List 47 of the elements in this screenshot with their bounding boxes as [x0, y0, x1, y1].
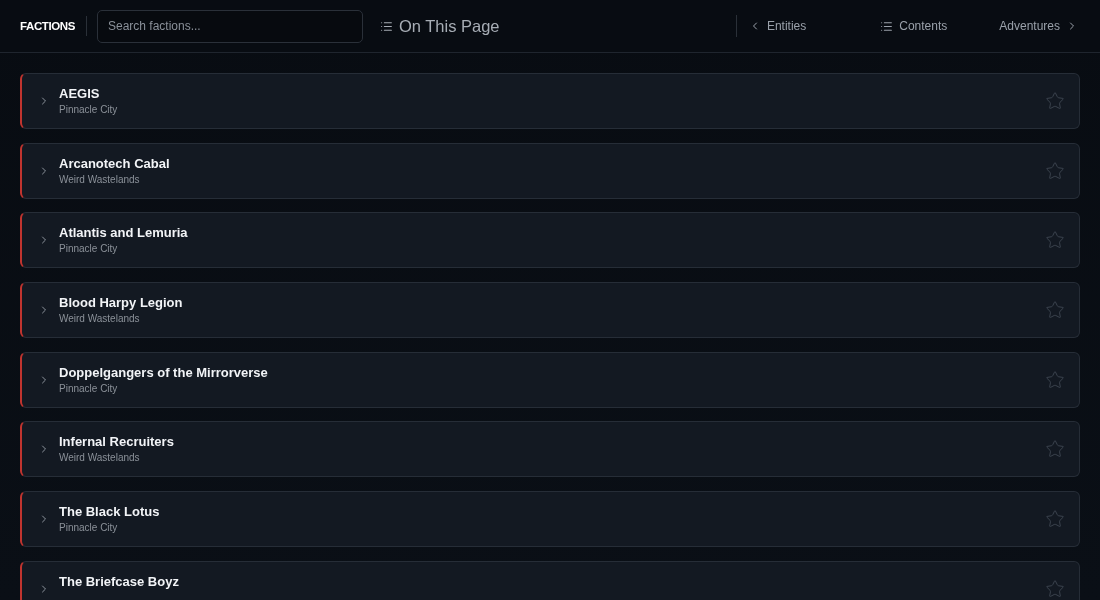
faction-card[interactable]: The Briefcase Boyz [20, 560, 1080, 600]
favorite-button[interactable] [1045, 439, 1065, 460]
faction-name: Infernal Recruiters [59, 434, 174, 450]
faction-name: Arcanotech Cabal [59, 155, 170, 171]
star-icon [1045, 160, 1065, 181]
faction-card[interactable]: Infernal Recruiters Weird Wastelands [20, 421, 1080, 478]
list-icon [379, 19, 393, 33]
faction-location: Pinnacle City [59, 243, 119, 256]
star-icon [1045, 300, 1065, 321]
faction-location: Weird Wastelands [59, 313, 141, 326]
list-icon [880, 19, 894, 33]
search-field[interactable]: Search factions... [96, 9, 363, 43]
contents-link[interactable]: Contents [880, 19, 948, 33]
favorite-button[interactable] [1045, 160, 1065, 181]
favorite-button[interactable] [1045, 578, 1065, 599]
favorite-button[interactable] [1045, 509, 1065, 530]
star-icon [1045, 91, 1065, 111]
star-icon [1045, 369, 1065, 390]
star-icon [1045, 230, 1065, 251]
star-icon [1045, 509, 1065, 530]
favorite-button[interactable] [1045, 300, 1065, 321]
faction-card[interactable]: Doppelgangers of the Mirrorverse Pinnacle City [20, 351, 1080, 408]
favorite-button[interactable] [1045, 230, 1065, 251]
previous-link[interactable]: Entities [748, 19, 807, 33]
faction-card[interactable]: Blood Harpy Legion Weird Wastelands [20, 282, 1080, 339]
faction-name: AEGIS [59, 86, 101, 101]
faction-location: Pinnacle City [59, 382, 119, 395]
faction-location: Pinnacle City [59, 104, 118, 116]
faction-name: The Black Lotus [59, 504, 160, 520]
favorite-button[interactable] [1045, 369, 1065, 390]
faction-card[interactable]: The Black Lotus Pinnacle City [20, 491, 1080, 548]
faction-location: Pinnacle City [59, 522, 119, 535]
star-icon [1045, 439, 1065, 460]
next-link[interactable]: Adventures [999, 19, 1078, 33]
faction-location: Weird Wastelands [59, 173, 141, 186]
faction-name: Blood Harpy Legion [59, 295, 183, 311]
star-icon [1045, 578, 1065, 599]
logo: FACTIONS [20, 20, 75, 32]
faction-name: The Briefcase Boyz [59, 573, 179, 589]
faction-name: Atlantis and Lemuria [59, 225, 188, 241]
faction-card[interactable]: Atlantis and Lemuria Pinnacle City [20, 212, 1080, 269]
faction-location: Weird Wastelands [59, 452, 141, 465]
faction-card[interactable]: AEGIS Pinnacle City [20, 73, 1080, 129]
faction-card[interactable]: Arcanotech Cabal Weird Wastelands [20, 142, 1080, 199]
faction-name: Doppelgangers of the Mirrorverse [59, 364, 268, 380]
favorite-button[interactable] [1045, 91, 1065, 111]
on-this-page-button[interactable]: On This Page [379, 16, 500, 36]
